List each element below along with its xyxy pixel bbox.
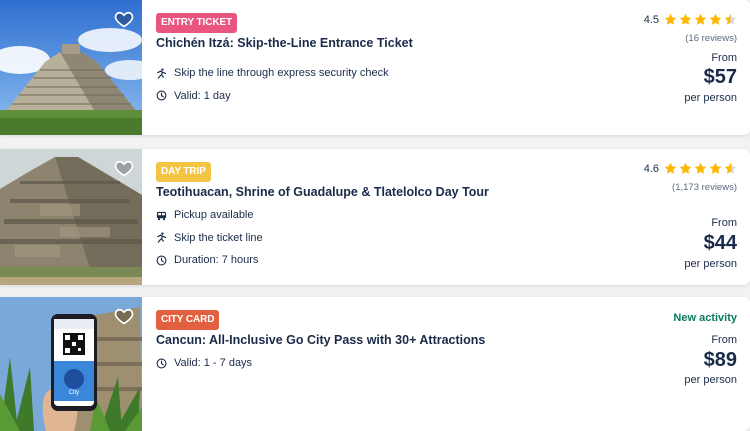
skip-line-icon bbox=[156, 232, 167, 243]
listing-card[interactable]: ENTRY TICKET Chichén Itzá: Skip-the-Line… bbox=[0, 0, 750, 135]
per-person-label: per person bbox=[684, 92, 737, 104]
clock-icon bbox=[156, 90, 167, 101]
rating: 4.5 bbox=[644, 13, 737, 26]
feature-text: Valid: 1 day bbox=[174, 89, 231, 102]
price-panel: 4.5 (16 reviews) From $57 per person bbox=[577, 0, 737, 135]
star-icon bbox=[664, 13, 677, 26]
star-icon bbox=[709, 13, 722, 26]
feature-text: Skip the line through express security c… bbox=[174, 67, 389, 80]
from-label: From bbox=[711, 52, 737, 64]
listing-card[interactable]: City CITY CARD Cancun: All-Inclusive Go … bbox=[0, 297, 750, 431]
rating-score: 4.5 bbox=[643, 13, 659, 26]
wishlist-heart-icon[interactable] bbox=[114, 9, 134, 29]
price: $57 bbox=[703, 66, 737, 88]
rating-score: 4.6 bbox=[643, 162, 659, 175]
feature-list: Valid: 1 - 7 days bbox=[156, 352, 252, 375]
feature-item: Valid: 1 day bbox=[156, 85, 389, 108]
feature-text: Duration: 7 hours bbox=[174, 254, 259, 267]
feature-item: Skip the ticket line bbox=[156, 227, 263, 250]
star-icon bbox=[724, 162, 737, 175]
bus-icon bbox=[156, 210, 167, 221]
rating: 4.6 bbox=[644, 162, 737, 175]
per-person-label: per person bbox=[684, 258, 737, 270]
feature-list: Pickup available Skip the ticket line Du… bbox=[156, 204, 263, 272]
review-count[interactable]: (1,173 reviews) bbox=[672, 182, 737, 193]
listing-title[interactable]: Cancun: All-Inclusive Go City Pass with … bbox=[156, 333, 616, 347]
activity-image[interactable] bbox=[0, 149, 142, 285]
feature-text: Skip the ticket line bbox=[174, 231, 263, 244]
category-badge: DAY TRIP bbox=[156, 162, 211, 182]
listing-title[interactable]: Teotihuacan, Shrine of Guadalupe & Tlate… bbox=[156, 185, 616, 199]
listing-card[interactable]: DAY TRIP Teotihuacan, Shrine of Guadalup… bbox=[0, 149, 750, 285]
feature-item: Valid: 1 - 7 days bbox=[156, 352, 252, 375]
feature-item: Duration: 7 hours bbox=[156, 249, 263, 272]
star-icon bbox=[694, 162, 707, 175]
clock-icon bbox=[156, 255, 167, 266]
price: $44 bbox=[703, 232, 737, 254]
category-badge: CITY CARD bbox=[156, 310, 220, 330]
wishlist-heart-icon[interactable] bbox=[114, 306, 134, 326]
new-activity-label: New activity bbox=[673, 312, 737, 324]
from-label: From bbox=[711, 334, 737, 346]
star-icon bbox=[694, 13, 707, 26]
feature-text: Valid: 1 - 7 days bbox=[174, 357, 253, 370]
price-panel: 4.6 (1,173 reviews) From $44 per person bbox=[577, 149, 737, 285]
star-icon bbox=[679, 162, 692, 175]
feature-item: Skip the line through express security c… bbox=[156, 62, 389, 85]
feature-list: Skip the line through express security c… bbox=[156, 62, 389, 107]
wishlist-heart-icon[interactable] bbox=[114, 158, 134, 178]
star-icon bbox=[664, 162, 677, 175]
listing-title[interactable]: Chichén Itzá: Skip-the-Line Entrance Tic… bbox=[156, 36, 616, 50]
feature-text: Pickup available bbox=[174, 209, 254, 222]
activity-image[interactable]: City bbox=[0, 297, 142, 431]
from-label: From bbox=[711, 217, 737, 229]
activity-image[interactable] bbox=[0, 0, 142, 135]
star-icon bbox=[724, 13, 737, 26]
star-rating bbox=[664, 162, 737, 175]
price: $89 bbox=[703, 349, 737, 371]
star-icon bbox=[709, 162, 722, 175]
category-badge: ENTRY TICKET bbox=[156, 13, 238, 33]
star-rating bbox=[664, 13, 737, 26]
feature-item: Pickup available bbox=[156, 204, 263, 227]
per-person-label: per person bbox=[684, 374, 737, 386]
star-icon bbox=[679, 13, 692, 26]
clock-icon bbox=[156, 358, 167, 369]
price-panel: New activity From $89 per person bbox=[577, 297, 737, 431]
phone-screen-city-text: City bbox=[69, 390, 79, 396]
skip-line-icon bbox=[156, 68, 167, 79]
review-count[interactable]: (16 reviews) bbox=[685, 33, 737, 44]
